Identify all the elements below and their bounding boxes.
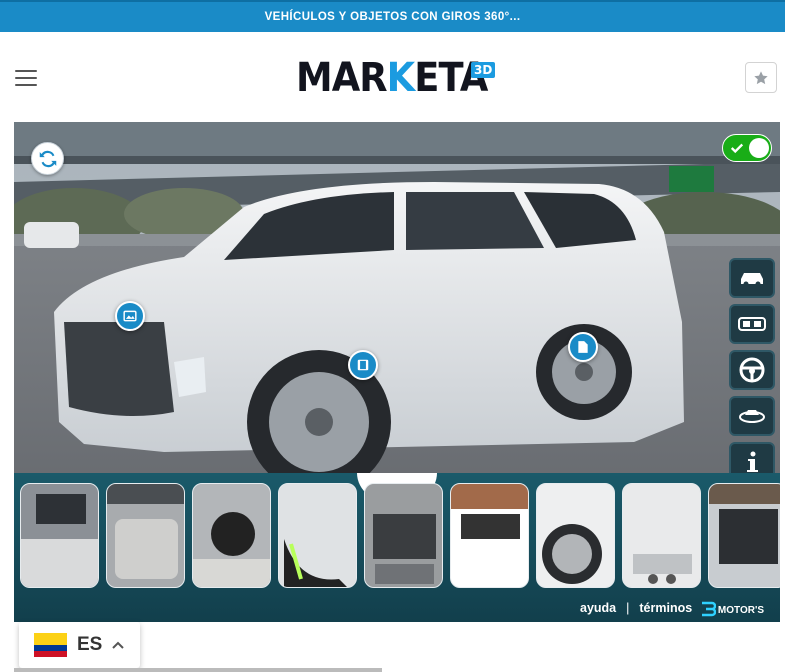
car-interior-icon [738,317,766,331]
film-icon [357,359,369,371]
toggle-knob [749,138,769,158]
thumbnail-engine[interactable] [364,483,443,588]
hamburger-icon[interactable] [15,70,37,86]
site-header: MARKETA 3D [0,32,785,122]
rotate-button[interactable] [31,142,64,175]
360-view-icon [739,410,765,423]
promo-banner[interactable]: VEHÍCULOS Y OBJETOS CON GIROS 360°... [0,0,785,32]
motors-brand-text: MOTOR'S [717,604,764,616]
motors-logo[interactable]: MOTOR'S [700,600,764,620]
thumbnail-trunk[interactable] [708,483,780,588]
thumbnail-wheel[interactable] [536,483,615,588]
video-hotspot[interactable] [348,350,378,380]
car-exterior-icon [741,273,763,287]
logo-badge: 3D [471,62,496,78]
motors-brand-icon [701,601,716,617]
vehicle-360-viewer[interactable]: ayuda | términos MOTOR'S [14,122,780,622]
thumbnail-rear-seats[interactable] [106,483,185,588]
gallery-hotspot[interactable] [115,301,145,331]
footer-separator: | [626,601,630,615]
sync-icon [39,150,56,167]
chevron-up-icon [112,641,125,649]
promo-text: VEHÍCULOS Y OBJETOS CON GIROS 360°... [264,11,521,23]
image-icon [123,310,137,322]
thumbnail-front-cockpit[interactable] [192,483,271,588]
terms-link[interactable]: términos [639,601,692,615]
thumbnail-strip [20,483,780,588]
help-link[interactable]: ayuda [580,601,616,615]
thumbnail-rear-bumper[interactable] [622,483,701,588]
rotation-view-button[interactable] [729,396,775,436]
viewer-footer-links: ayuda | términos [580,601,692,615]
thumbnail-dashboard[interactable] [20,483,99,588]
hotspots-toggle[interactable] [722,134,772,162]
steering-wheel-icon [739,357,765,383]
interior-view-button[interactable] [729,304,775,344]
logo-text-k: K [386,55,416,101]
thumbnail-front-view[interactable] [450,483,529,588]
info-icon [747,451,758,472]
language-switcher[interactable]: ES [19,622,140,668]
thumbnail-headlight[interactable] [278,483,357,588]
exterior-view-button[interactable] [729,258,775,298]
logo[interactable]: MARKETA 3D [296,58,504,98]
favorites-button[interactable] [745,62,777,93]
document-hotspot[interactable] [568,332,598,362]
colombia-flag-icon [34,633,67,657]
language-code: ES [77,634,103,655]
star-icon [754,70,768,84]
cockpit-view-button[interactable] [729,350,775,390]
logo-text: MARKETA [296,55,488,101]
check-icon [730,143,744,154]
logo-text-part: MAR [296,55,388,101]
file-icon [578,341,588,353]
view-side-menu [729,258,775,482]
page-content-strip [14,668,382,672]
